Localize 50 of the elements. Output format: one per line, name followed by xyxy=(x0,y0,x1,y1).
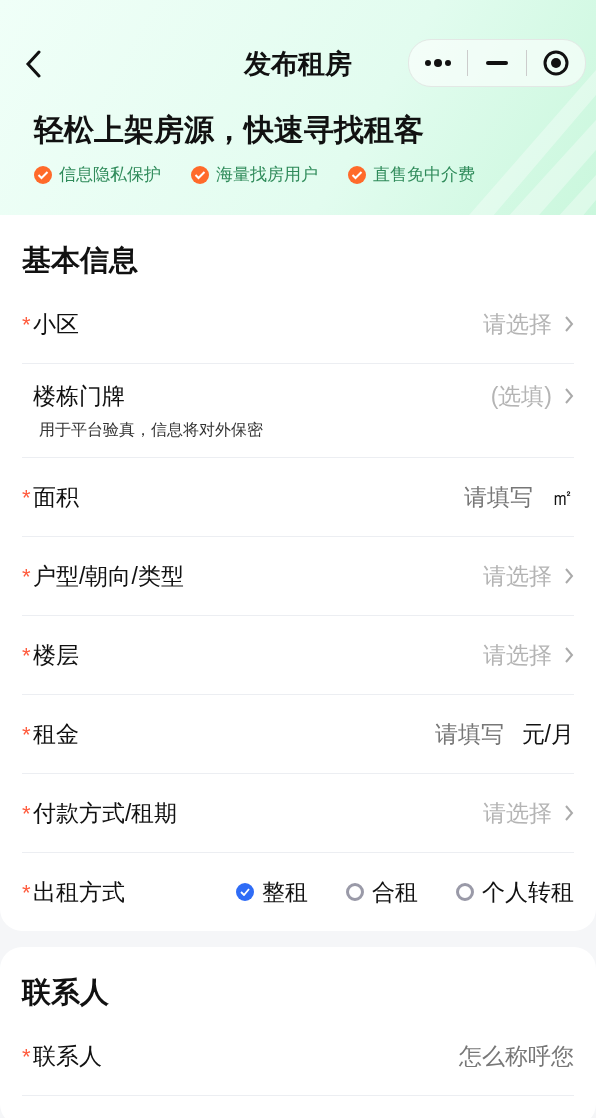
section-title: 基本信息 xyxy=(22,243,139,278)
feature-text: 信息隐私保护 xyxy=(59,164,161,186)
select-field[interactable]: (选填) xyxy=(490,380,574,412)
required-asterisk: * xyxy=(22,879,32,906)
field-label: 付款方式/租期 xyxy=(33,798,178,828)
back-icon xyxy=(25,50,41,78)
chevron-right-icon xyxy=(564,804,574,822)
radio-option[interactable]: 个人转租 xyxy=(456,876,574,908)
headline: 轻松上架房源，快速寻找租客 xyxy=(32,112,425,148)
field-label: 楼层 xyxy=(33,640,79,670)
select-field[interactable]: 请选择 xyxy=(483,797,574,829)
unit-label: 元/月 xyxy=(521,719,574,749)
input-field[interactable]: 请填写 xyxy=(333,483,533,511)
field-label: 联系人 xyxy=(33,1041,102,1071)
more-icon xyxy=(424,58,452,68)
field-label: 户型/朝向/类型 xyxy=(33,561,184,591)
input-field[interactable]: 怎么称呼您 xyxy=(374,1042,574,1070)
unit-label: ㎡ xyxy=(551,482,574,512)
required-asterisk: * xyxy=(22,721,32,748)
feature-text: 海量找房用户 xyxy=(216,164,318,186)
required-asterisk: * xyxy=(22,563,32,590)
chevron-right-icon xyxy=(564,315,574,333)
field-label: 小区 xyxy=(33,309,79,339)
check-badge-icon xyxy=(191,165,209,184)
field-label: 楼栋门牌 xyxy=(33,381,125,411)
hint-text: 用于平台验真，信息将对外保密 xyxy=(39,419,264,440)
section-title: 联系人 xyxy=(22,975,110,1010)
minimize-icon xyxy=(486,61,508,65)
required-asterisk: * xyxy=(22,642,32,669)
target-icon xyxy=(543,50,569,76)
radio-option[interactable]: 合租 xyxy=(346,876,418,908)
field-label: 租金 xyxy=(33,719,79,749)
select-field[interactable]: 请选择 xyxy=(483,308,574,340)
required-asterisk: * xyxy=(22,311,32,338)
select-field[interactable]: 请选择 xyxy=(483,639,574,671)
input-field[interactable]: 请填写 xyxy=(303,720,504,748)
required-asterisk: * xyxy=(22,1043,32,1070)
chevron-right-icon xyxy=(564,567,574,585)
required-asterisk: * xyxy=(22,800,32,827)
required-asterisk: * xyxy=(22,484,32,511)
page-title: 发布租房 xyxy=(244,48,352,81)
field-label: 面积 xyxy=(33,482,79,512)
field-label: 出租方式 xyxy=(33,877,125,907)
check-badge-icon xyxy=(34,165,52,184)
feature-text: 直售免中介费 xyxy=(373,164,475,186)
select-field[interactable]: 请选择 xyxy=(483,560,574,592)
chevron-right-icon xyxy=(564,387,574,405)
chevron-right-icon xyxy=(564,646,574,664)
check-badge-icon xyxy=(348,165,366,184)
radio-option[interactable]: 整租 xyxy=(236,876,308,908)
